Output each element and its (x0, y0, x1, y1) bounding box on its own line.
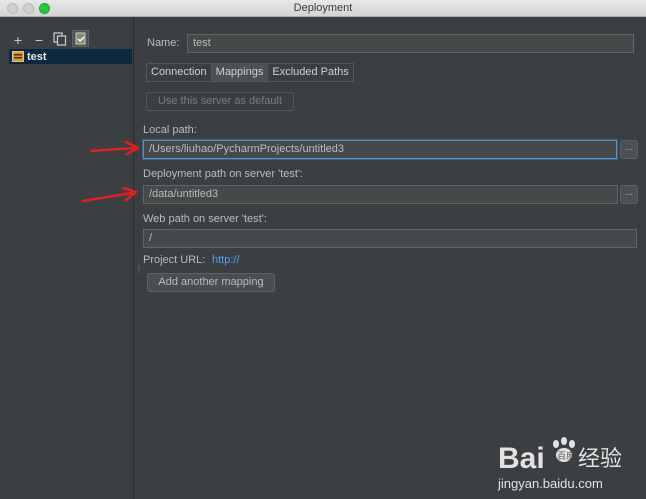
title-bar: Deployment (0, 0, 646, 17)
server-item-label: test (27, 50, 47, 63)
local-path-input[interactable]: /Users/liuhao/PycharmProjects/untitled3 (143, 140, 617, 159)
server-list-panel: + − test (0, 18, 134, 499)
local-path-browse-button[interactable]: ... (620, 140, 638, 159)
watermark-suffix: 经验 (578, 447, 622, 472)
deployment-path-label: Deployment path on server 'test': (143, 168, 304, 180)
settings-tabs: Connection Mappings Excluded Paths (146, 63, 354, 82)
local-path-label: Local path: (143, 124, 197, 136)
window-title: Deployment (293, 2, 353, 14)
baidu-jingyan-watermark: Bai 百度 经验 jingyan.baidu.com (494, 428, 639, 494)
web-path-input[interactable]: / (143, 229, 637, 248)
server-item-test[interactable]: test (9, 49, 132, 64)
paw-icon: 百度 (553, 437, 575, 462)
add-server-icon[interactable]: + (10, 32, 26, 48)
copy-server-icon[interactable] (52, 32, 68, 48)
annotation-arrow-local-path (89, 140, 140, 156)
tab-excluded-paths[interactable]: Excluded Paths (267, 63, 354, 82)
deployment-path-browse-button[interactable]: ... (620, 185, 638, 204)
tab-mappings[interactable]: Mappings (210, 63, 268, 82)
watermark-brand-cn: 百度 (557, 450, 575, 462)
server-icon (12, 51, 24, 62)
name-label: Name: (147, 37, 180, 49)
set-default-server-icon[interactable] (72, 30, 89, 47)
project-url-link[interactable]: http:// (212, 254, 240, 266)
watermark-url: jingyan.baidu.com (497, 476, 603, 491)
web-path-label: Web path on server 'test': (143, 213, 267, 225)
splitter-handle[interactable]: ⋮ ⋮ (135, 263, 143, 277)
use-as-default-button[interactable]: Use this server as default (146, 92, 294, 111)
remove-server-icon[interactable]: − (31, 32, 47, 48)
name-field[interactable]: test (187, 34, 634, 53)
project-url-label: Project URL: (143, 254, 206, 266)
add-another-mapping-button[interactable]: Add another mapping (147, 273, 275, 292)
watermark-brand: Bai (498, 442, 545, 475)
deployment-path-input[interactable]: /data/untitled3 (143, 185, 618, 204)
annotation-arrow-deployment-path (81, 186, 138, 203)
tab-connection[interactable]: Connection (146, 63, 211, 82)
